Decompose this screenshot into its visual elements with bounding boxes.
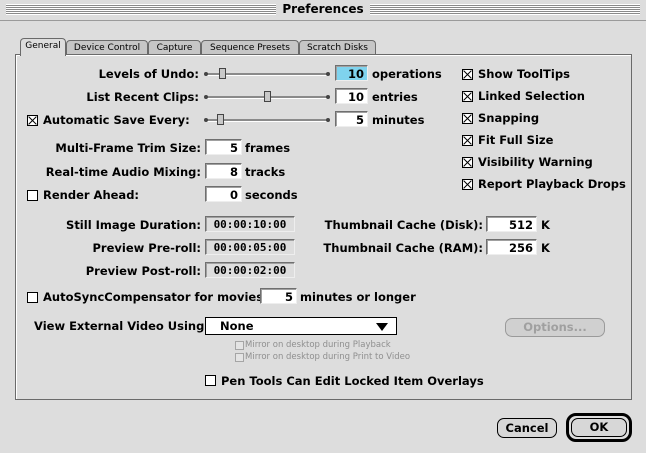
linked-selection-checkbox[interactable] (462, 91, 473, 102)
list-recent-clips-label: List Recent Clips: (86, 90, 199, 104)
mirror-print-checkbox[interactable] (235, 353, 244, 362)
preview-postroll-field[interactable]: 00:00:02:00 (205, 262, 295, 278)
tab-scratch-disks[interactable]: Scratch Disks (299, 40, 376, 55)
multi-frame-trim-label: Multi-Frame Trim Size: (55, 141, 201, 155)
pen-tools-label: Pen Tools Can Edit Locked Item Overlays (221, 374, 484, 388)
render-ahead-label: Render Ahead: (43, 188, 140, 202)
show-tooltips-checkbox[interactable] (462, 69, 473, 80)
levels-of-undo-label: Levels of Undo: (98, 67, 199, 81)
tab-sequence-presets[interactable]: Sequence Presets (201, 40, 299, 55)
view-external-video-label: View External Video Using: (34, 319, 209, 333)
automatic-save-slider[interactable] (204, 113, 330, 127)
automatic-save-label: Automatic Save Every: (43, 113, 190, 127)
snapping-checkbox[interactable] (462, 113, 473, 124)
report-playback-drops-checkbox[interactable] (462, 179, 473, 190)
still-image-duration-field[interactable]: 00:00:10:00 (205, 216, 295, 232)
visibility-warning-label: Visibility Warning (478, 155, 593, 169)
title-bar[interactable]: Preferences (0, 0, 646, 21)
preview-preroll-label: Preview Pre-roll: (92, 241, 202, 255)
levels-of-undo-slider[interactable] (204, 67, 330, 81)
report-playback-drops-label: Report Playback Drops (478, 177, 626, 191)
mirror-playback-label: Mirror on desktop during Playback (245, 340, 391, 350)
render-ahead-field[interactable]: 0 (205, 186, 242, 202)
multi-frame-trim-unit: frames (245, 141, 291, 155)
list-recent-clips-slider[interactable] (204, 90, 330, 104)
slider-thumb[interactable] (219, 68, 227, 79)
still-image-duration-label: Still Image Duration: (66, 218, 201, 232)
automatic-save-field[interactable]: 5 (335, 111, 368, 127)
thumbnail-cache-disk-unit: K (541, 218, 550, 232)
preview-preroll-field[interactable]: 00:00:05:00 (205, 239, 295, 255)
autosync-field[interactable]: 5 (260, 288, 297, 304)
snapping-label: Snapping (478, 111, 540, 125)
preview-postroll-label: Preview Post-roll: (85, 264, 201, 278)
realtime-audio-unit: tracks (245, 165, 286, 179)
view-external-video-value: None (220, 319, 254, 333)
autosync-unit: minutes or longer (300, 290, 416, 304)
automatic-save-unit: minutes (372, 113, 425, 127)
autosync-checkbox[interactable] (27, 292, 38, 303)
tab-capture[interactable]: Capture (148, 40, 201, 55)
autosync-label: AutoSyncCompensator for movies (43, 290, 264, 304)
view-external-video-dropdown[interactable]: None (205, 317, 397, 335)
slider-thumb[interactable] (216, 114, 224, 125)
levels-of-undo-unit: operations (372, 67, 442, 81)
visibility-warning-checkbox[interactable] (462, 157, 473, 168)
thumbnail-cache-ram-unit: K (541, 241, 550, 255)
render-ahead-unit: seconds (245, 188, 298, 202)
tab-general[interactable]: General (20, 38, 66, 56)
linked-selection-label: Linked Selection (478, 89, 585, 103)
cancel-button[interactable]: Cancel (497, 418, 557, 438)
thumbnail-cache-disk-label: Thumbnail Cache (Disk): (324, 218, 483, 232)
options-button[interactable]: Options... (505, 318, 605, 337)
realtime-audio-field[interactable]: 8 (205, 163, 242, 179)
mirror-playback-checkbox[interactable] (235, 341, 244, 350)
show-tooltips-label: Show ToolTips (478, 67, 570, 81)
window-title: Preferences (0, 2, 646, 16)
list-recent-clips-unit: entries (372, 90, 418, 104)
thumbnail-cache-disk-field[interactable]: 512 (486, 216, 537, 232)
automatic-save-checkbox[interactable] (27, 115, 38, 126)
slider-thumb[interactable] (264, 91, 271, 102)
list-recent-clips-field[interactable]: 10 (335, 88, 368, 104)
thumbnail-cache-ram-field[interactable]: 256 (486, 239, 537, 255)
fit-full-size-label: Fit Full Size (478, 133, 554, 147)
multi-frame-trim-field[interactable]: 5 (205, 139, 242, 155)
pen-tools-checkbox[interactable] (205, 375, 216, 386)
realtime-audio-label: Real-time Audio Mixing: (45, 165, 201, 179)
ok-button[interactable]: OK (571, 418, 627, 437)
tab-device-control[interactable]: Device Control (66, 40, 148, 55)
chevron-down-icon (376, 323, 388, 331)
fit-full-size-checkbox[interactable] (462, 135, 473, 146)
thumbnail-cache-ram-label: Thumbnail Cache (RAM): (323, 241, 483, 255)
levels-of-undo-field[interactable]: 10 (335, 65, 368, 81)
mirror-print-label: Mirror on desktop during Print to Video (245, 352, 411, 362)
render-ahead-checkbox[interactable] (27, 190, 38, 201)
